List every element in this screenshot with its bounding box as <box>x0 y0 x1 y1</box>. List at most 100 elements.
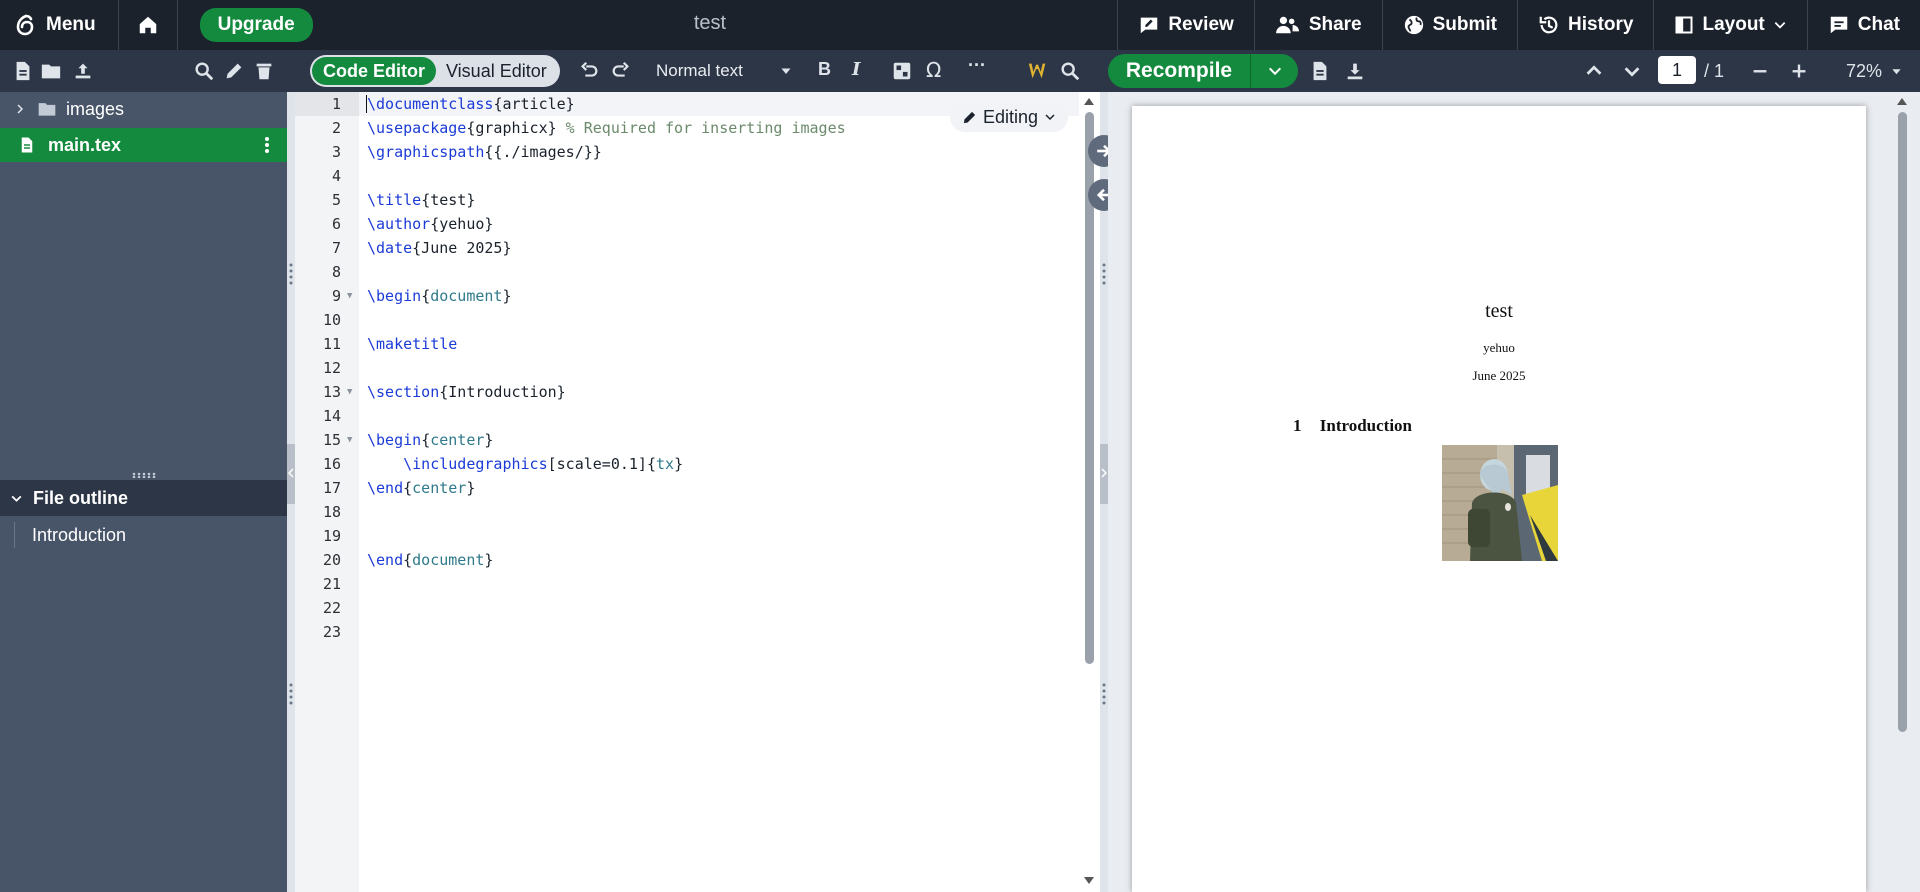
code-line[interactable]: 11 \maketitle <box>295 332 1100 356</box>
chat-button[interactable]: Chat <box>1806 0 1920 50</box>
recompile-options-button[interactable] <box>1251 63 1298 79</box>
code-line[interactable]: 22 <box>295 596 1100 620</box>
code-line[interactable]: 17 \end{center} <box>295 476 1100 500</box>
pdf-scrollbar-thumb[interactable] <box>1898 112 1907 732</box>
menu-button[interactable]: Menu <box>0 0 118 50</box>
fold-caret-icon[interactable]: ▼ <box>347 380 352 404</box>
folder-icon <box>36 99 58 119</box>
review-button[interactable]: Review <box>1117 0 1253 50</box>
history-button[interactable]: History <box>1517 0 1653 50</box>
rename-pencil-icon[interactable] <box>223 60 245 82</box>
file-tree-folder-images[interactable]: images <box>0 92 287 126</box>
pdf-embedded-image <box>1442 445 1558 561</box>
code-editor[interactable]: 1 \documentclass{article} 2 \usepackage{… <box>295 92 1100 892</box>
home-button[interactable] <box>117 0 177 50</box>
next-page-chevron-down-icon[interactable] <box>1621 60 1643 82</box>
tree-item-label: main.tex <box>48 134 122 155</box>
code-line[interactable]: 20 \end{document} <box>295 548 1100 572</box>
zoom-out-minus-icon[interactable] <box>1749 60 1771 82</box>
search-icon[interactable] <box>193 60 215 82</box>
review-label: Review <box>1168 14 1234 35</box>
logs-file-icon[interactable] <box>1309 60 1331 82</box>
code-line[interactable]: 13 ▼ \section{Introduction} <box>295 380 1100 404</box>
code-line[interactable]: 8 <box>295 260 1100 284</box>
code-line[interactable]: 19 <box>295 524 1100 548</box>
text-style-select[interactable]: Normal text <box>656 61 792 81</box>
code-line[interactable]: 18 <box>295 500 1100 524</box>
download-pdf-icon[interactable] <box>1344 60 1366 82</box>
fold-caret-icon[interactable]: ▼ <box>347 428 352 452</box>
upgrade-button[interactable]: Upgrade <box>199 8 313 42</box>
code-text: \section{Introduction} <box>367 383 566 401</box>
pdf-scroll-up-arrow[interactable] <box>1896 96 1908 106</box>
code-line[interactable]: 16 \includegraphics[scale=0.1]{tx} <box>295 452 1100 476</box>
chevron-down-icon <box>1044 111 1056 123</box>
line-number: 17 <box>322 479 341 497</box>
code-line[interactable]: 9 ▼ \begin{document} <box>295 284 1100 308</box>
collapse-pdf-tab[interactable] <box>1100 444 1108 504</box>
share-users-icon <box>1275 14 1301 36</box>
code-line[interactable]: 23 <box>295 620 1100 644</box>
line-number: 21 <box>322 575 341 593</box>
line-number: 18 <box>322 503 341 521</box>
code-line[interactable]: 5 \title{test} <box>295 188 1100 212</box>
previous-page-chevron-up-icon[interactable] <box>1583 60 1605 82</box>
bold-button[interactable]: B <box>818 59 831 80</box>
zoom-in-plus-icon[interactable] <box>1788 60 1810 82</box>
code-line[interactable]: 7 \date{June 2025} <box>295 236 1100 260</box>
find-replace-search-icon[interactable] <box>1059 60 1081 82</box>
code-text: \maketitle <box>367 335 458 353</box>
chat-icon <box>1828 14 1850 36</box>
file-tree-resize-handle[interactable] <box>287 92 295 892</box>
recompile-button[interactable]: Recompile <box>1108 54 1251 88</box>
zoom-level-select[interactable]: 72% <box>1846 61 1902 82</box>
file-outline-header[interactable]: File outline <box>0 480 287 516</box>
layout-button[interactable]: Layout <box>1653 0 1806 50</box>
code-text: \end{center} <box>367 479 476 497</box>
pdf-title: test <box>1485 300 1513 322</box>
writefull-logo-icon[interactable] <box>1027 60 1049 82</box>
code-line[interactable]: 12 <box>295 356 1100 380</box>
undo-icon[interactable] <box>578 60 600 82</box>
share-button[interactable]: Share <box>1253 0 1382 50</box>
submit-button[interactable]: Submit <box>1381 0 1517 50</box>
pdf-section-heading: 1 Introduction <box>1293 416 1412 436</box>
code-line[interactable]: 15 ▼ \begin{center} <box>295 428 1100 452</box>
editor-pdf-resize-handle[interactable] <box>1100 92 1108 892</box>
chevron-down-icon <box>1267 63 1283 79</box>
editor-scroll-up-arrow[interactable] <box>1083 96 1095 106</box>
caret-down-icon <box>1891 66 1902 77</box>
line-number: 1 <box>331 95 341 113</box>
editing-mode-dropdown[interactable]: Editing <box>950 102 1068 132</box>
editor-scroll-down-arrow[interactable] <box>1083 876 1095 886</box>
outline-item-introduction[interactable]: Introduction <box>14 522 126 548</box>
more-options-button[interactable]: ··· <box>968 55 986 76</box>
kebab-menu-icon[interactable] <box>264 136 270 154</box>
pdf-page[interactable]: test yehuo June 2025 1 Introduction <box>1132 106 1866 892</box>
code-line[interactable]: 10 <box>295 308 1100 332</box>
project-title[interactable]: test <box>650 12 770 35</box>
upload-icon[interactable] <box>72 60 94 82</box>
page-number-input[interactable]: 1 <box>1658 56 1696 84</box>
insert-figure-icon[interactable] <box>891 60 913 82</box>
redo-icon[interactable] <box>610 60 632 82</box>
italic-button[interactable]: I <box>852 59 860 80</box>
visual-editor-tab[interactable]: Visual Editor <box>436 61 547 82</box>
code-editor-tab[interactable]: Code Editor <box>312 57 436 85</box>
line-number: 19 <box>322 527 341 545</box>
outline-resize-handle[interactable] <box>0 470 287 480</box>
code-line[interactable]: 14 <box>295 404 1100 428</box>
code-line[interactable]: 21 <box>295 572 1100 596</box>
new-file-icon[interactable] <box>12 60 34 82</box>
collapse-file-tree-tab[interactable] <box>287 444 295 504</box>
file-tree-file-main-tex[interactable]: main.tex <box>0 128 287 162</box>
delete-trash-icon[interactable] <box>253 60 275 82</box>
fold-caret-icon[interactable]: ▼ <box>347 284 352 308</box>
code-line[interactable]: 4 <box>295 164 1100 188</box>
line-number: 6 <box>331 215 341 233</box>
new-folder-icon[interactable] <box>40 60 62 82</box>
insert-symbol-button[interactable]: Ω <box>926 58 941 82</box>
code-line[interactable]: 3 \graphicspath{{./images/}} <box>295 140 1100 164</box>
code-line[interactable]: 6 \author{yehuo} <box>295 212 1100 236</box>
layout-icon <box>1674 15 1694 35</box>
